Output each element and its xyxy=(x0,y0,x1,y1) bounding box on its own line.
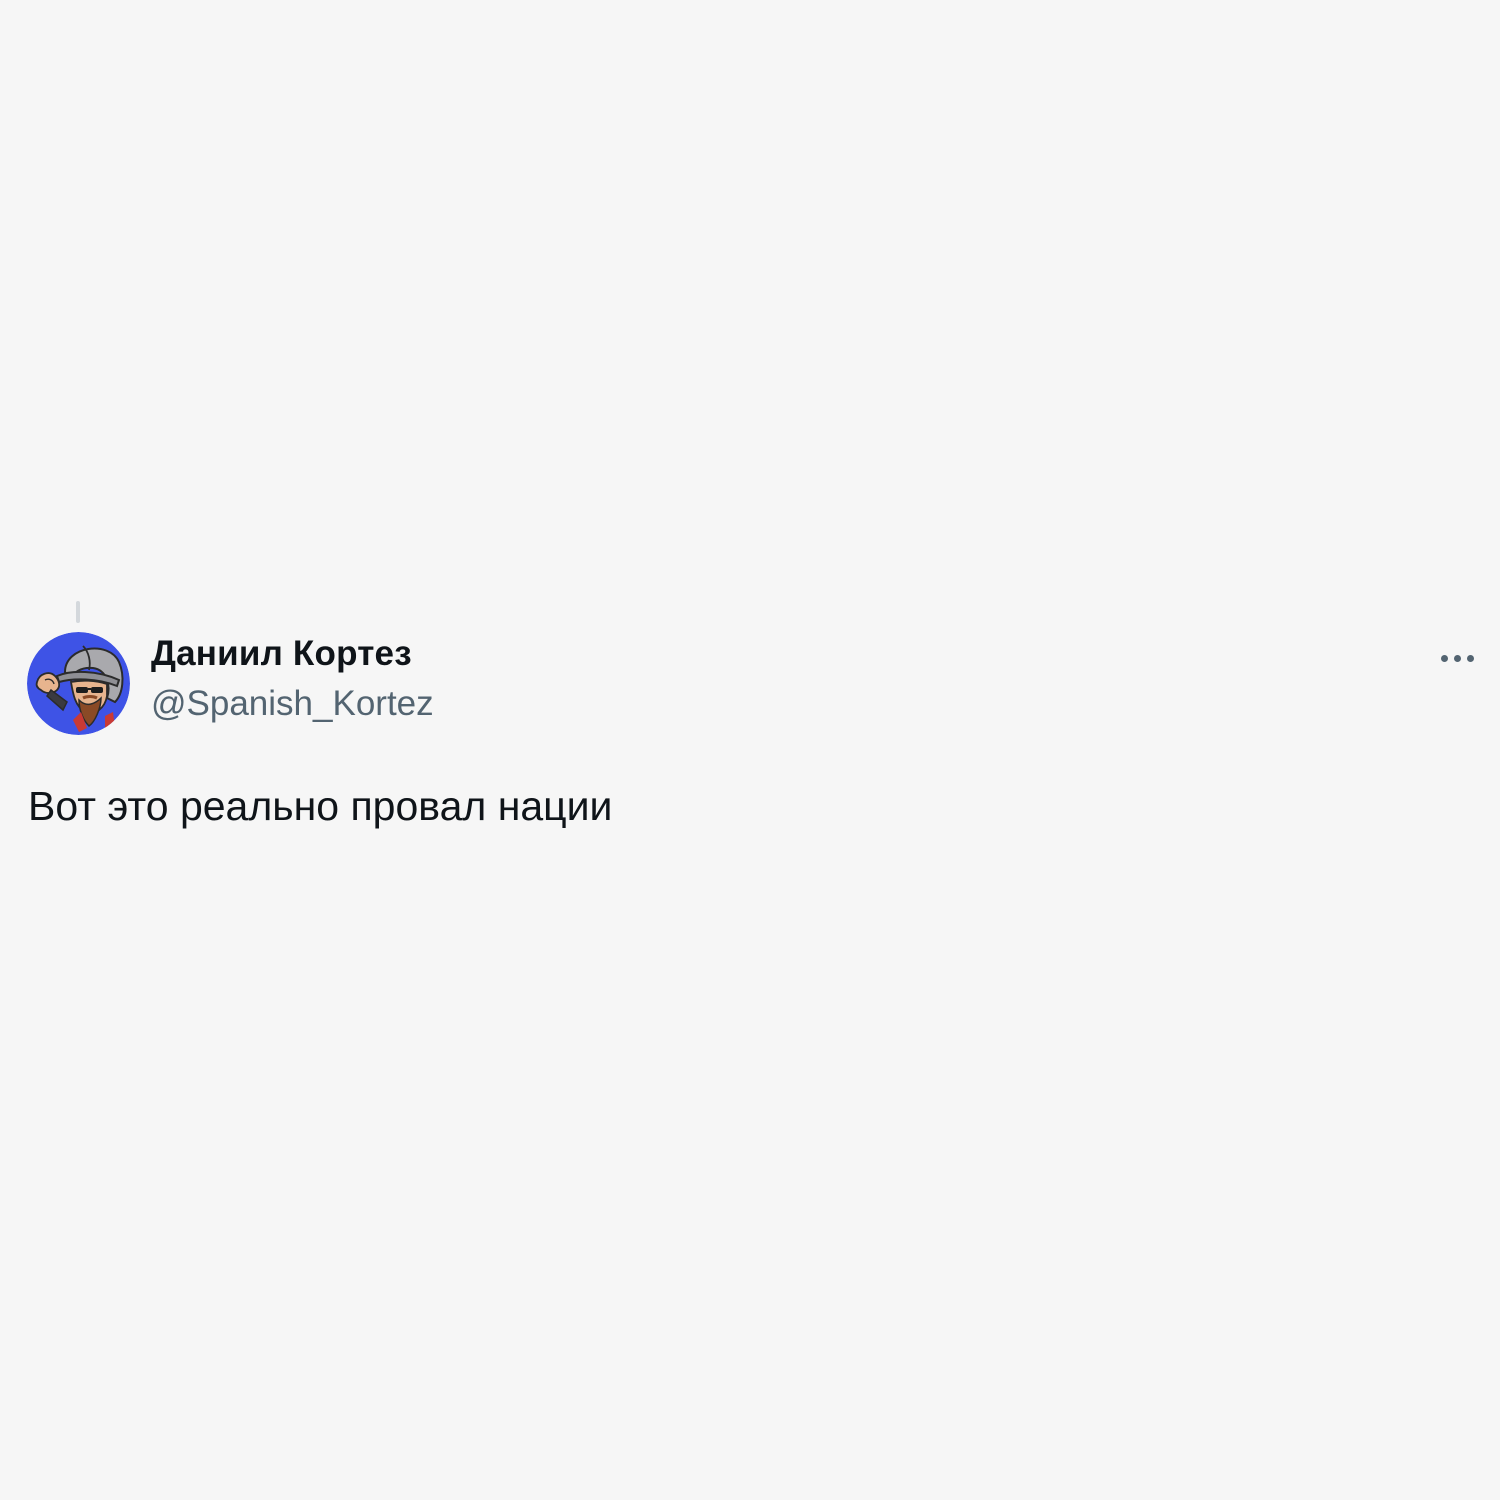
author-display-name[interactable]: Даниил Кортез xyxy=(151,636,434,671)
more-options-button[interactable] xyxy=(1430,640,1484,676)
tweet-author: Даниил Кортез @Spanish_Kortez xyxy=(151,636,434,721)
tweet-text: Вот это реально провал нации xyxy=(28,783,613,829)
cartoon-conquistador-avatar-icon xyxy=(27,632,130,735)
author-handle[interactable]: @Spanish_Kortez xyxy=(151,686,434,721)
thread-connector-line xyxy=(76,601,80,623)
author-avatar[interactable] xyxy=(27,632,130,735)
more-horizontal-icon xyxy=(1466,654,1474,662)
more-horizontal-icon xyxy=(1453,654,1461,662)
more-horizontal-icon xyxy=(1440,654,1448,662)
